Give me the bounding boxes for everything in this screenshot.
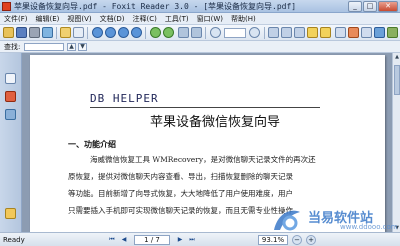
- zoom-out-button[interactable]: −: [292, 235, 302, 245]
- foxit-app-icon: [2, 2, 11, 11]
- toolbar-separator: [145, 27, 146, 39]
- paragraph-line: 海威微信恢复工具 WMRecovery，是对微信聊天记录文件的再次还: [90, 155, 316, 164]
- menu-help[interactable]: 帮助(H): [227, 13, 260, 24]
- paragraph-line: 原恢复，提供对微信聊天内容查看、导出，扫描恢复删除的聊天记录: [68, 172, 293, 181]
- zoom-level[interactable]: 93.1%: [258, 235, 288, 245]
- open-folder-icon[interactable]: [3, 27, 14, 38]
- menu-view[interactable]: 视图(V): [63, 13, 95, 24]
- layers-panel-icon[interactable]: [5, 109, 16, 120]
- section-heading: 一、功能介绍: [68, 139, 116, 149]
- first-page-button[interactable]: ⏮: [108, 236, 116, 244]
- zoom-field[interactable]: [224, 28, 246, 38]
- paragraph-line: 只需要插入手机即可实现微信聊天记录的恢复，而且无需专业性操作: [68, 206, 293, 215]
- previous-page-button[interactable]: ◀: [120, 236, 128, 244]
- watermark-url: www.ddooo.com: [340, 223, 398, 231]
- search-icon[interactable]: [374, 27, 385, 38]
- document-title: 苹果设备微信恢复向导: [150, 115, 281, 130]
- zoom-out-icon[interactable]: [210, 27, 221, 38]
- find-next-button[interactable]: ▼: [78, 43, 87, 51]
- scroll-up-icon[interactable]: ▲: [393, 53, 400, 61]
- site-watermark: 当易软件站 www.ddooo.com: [270, 206, 398, 234]
- navigation-panel: [0, 53, 22, 232]
- menu-bar: 文件(F) 编辑(E) 视图(V) 文档(D) 注释(C) 工具(T) 窗口(W…: [0, 13, 400, 25]
- find-bar: 查找: ▲ ▼: [0, 41, 400, 53]
- back-icon[interactable]: [150, 27, 161, 38]
- menu-comment[interactable]: 注释(C): [129, 13, 161, 24]
- up-arrow-icon: ▲: [69, 43, 74, 50]
- find-previous-button[interactable]: ▲: [67, 43, 76, 51]
- hand-tool-icon[interactable]: [60, 27, 71, 38]
- typewriter-icon[interactable]: [335, 27, 346, 38]
- snapshot-icon[interactable]: [281, 27, 292, 38]
- bookmark-icon[interactable]: [294, 27, 305, 38]
- window-controls: _ □ ✕: [348, 1, 398, 12]
- email-icon[interactable]: [42, 27, 53, 38]
- last-page-button[interactable]: ⏭: [188, 236, 196, 244]
- previous-page-icon[interactable]: [105, 27, 116, 38]
- bookmarks-panel-icon[interactable]: [5, 91, 16, 102]
- page-indicator[interactable]: 1 / 7: [134, 235, 170, 245]
- last-page-icon[interactable]: [131, 27, 142, 38]
- select-text-icon[interactable]: [73, 27, 84, 38]
- toolbar-separator: [264, 27, 265, 39]
- menu-tools[interactable]: 工具(T): [161, 13, 193, 24]
- find-label: 查找:: [4, 43, 21, 51]
- header-rule: [90, 107, 320, 108]
- status-bar: Ready ⏮ ◀ 1 / 7 ▶ ⏭ 93.1% − +: [0, 232, 400, 246]
- watermark-logo-icon: [274, 210, 300, 231]
- rotate-icon[interactable]: [268, 27, 279, 38]
- down-arrow-icon: ▼: [80, 43, 85, 50]
- menu-document[interactable]: 文档(D): [96, 13, 129, 24]
- first-page-icon[interactable]: [92, 27, 103, 38]
- pages-panel-icon[interactable]: [5, 73, 16, 84]
- toolbar-separator: [56, 27, 57, 39]
- menu-window[interactable]: 窗口(W): [193, 13, 227, 24]
- find-input[interactable]: [24, 43, 64, 51]
- maximize-button[interactable]: □: [363, 1, 377, 12]
- note-icon[interactable]: [307, 27, 318, 38]
- attachments-panel-icon[interactable]: [5, 208, 16, 219]
- print-icon[interactable]: [29, 27, 40, 38]
- highlight-icon[interactable]: [320, 27, 331, 38]
- window-title: 苹果设备恢复向导.pdf - Foxit Reader 3.0 - [苹果设备恢…: [14, 2, 297, 11]
- text-tool-icon[interactable]: [361, 27, 372, 38]
- minimize-button[interactable]: _: [348, 1, 362, 12]
- zoom-in-button[interactable]: +: [306, 235, 316, 245]
- next-page-icon[interactable]: [118, 27, 129, 38]
- title-bar: 苹果设备恢复向导.pdf - Foxit Reader 3.0 - [苹果设备恢…: [0, 0, 400, 13]
- forward-icon[interactable]: [163, 27, 174, 38]
- fit-width-icon[interactable]: [191, 27, 202, 38]
- zoom-in-icon[interactable]: [249, 27, 260, 38]
- vertical-scrollbar[interactable]: ▲ ▼: [392, 53, 400, 232]
- next-page-button[interactable]: ▶: [176, 236, 184, 244]
- menu-edit[interactable]: 编辑(E): [32, 13, 64, 24]
- save-icon[interactable]: [16, 27, 27, 38]
- toolbar-separator: [205, 27, 206, 39]
- menu-file[interactable]: 文件(F): [0, 13, 32, 24]
- paragraph-line: 等功能。目前新增了向导式恢复，大大地降低了用户使用难度，用户: [68, 189, 293, 198]
- document-logo: DB HELPER: [90, 92, 159, 105]
- scroll-thumb[interactable]: [394, 65, 400, 95]
- close-button[interactable]: ✕: [378, 1, 398, 12]
- status-text: Ready: [3, 236, 25, 244]
- pencil-icon[interactable]: [348, 27, 359, 38]
- help-icon[interactable]: [387, 27, 398, 38]
- toolbar-separator: [87, 27, 88, 39]
- main-toolbar: [0, 25, 400, 41]
- fit-page-icon[interactable]: [178, 27, 189, 38]
